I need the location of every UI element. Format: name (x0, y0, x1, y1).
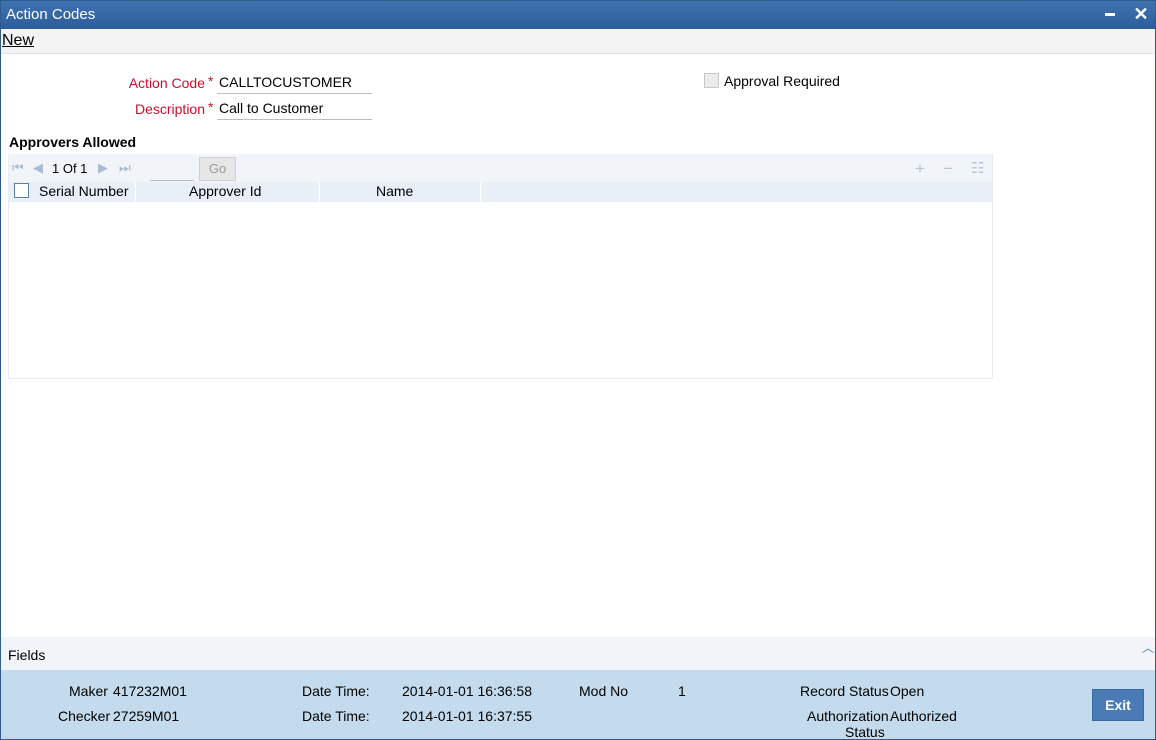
authorization-status-value: Authorized (890, 708, 957, 724)
grid-header: Serial Number Approver Id Name (9, 182, 992, 202)
delete-row-icon[interactable]: − (943, 159, 953, 179)
maker-value: 417232M01 (113, 683, 187, 699)
mod-no-label: Mod No (579, 683, 629, 699)
column-approver-id[interactable]: Approver Id (189, 183, 261, 199)
checker-date-time-value: 2014-01-01 16:37:55 (402, 708, 532, 724)
minimize-icon[interactable] (1100, 4, 1120, 24)
authorization-status-label-line2: Status (845, 724, 885, 740)
action-code-required-mark: * (208, 73, 214, 89)
column-name[interactable]: Name (376, 183, 413, 199)
page-info: 1 Of 1 (52, 161, 88, 176)
description-required-mark: * (208, 99, 214, 115)
exit-button[interactable]: Exit (1092, 689, 1144, 721)
description-label: Description (134, 101, 205, 117)
column-serial-number[interactable]: Serial Number (39, 183, 128, 199)
audit-footer: Maker 417232M01 Checker 27259M01 Date Ti… (1, 670, 1155, 740)
page-number-input[interactable] (150, 160, 194, 181)
fields-bar: Fields ︿ (1, 637, 1155, 670)
last-page-icon[interactable]: ⏭ (119, 160, 131, 176)
maker-date-time-value: 2014-01-01 16:36:58 (402, 683, 532, 699)
chevron-up-icon[interactable]: ︿ (1142, 639, 1154, 656)
action-code-label: Action Code (128, 75, 205, 91)
next-page-icon[interactable]: ▶ (98, 160, 108, 176)
first-page-icon[interactable]: ⏮ (12, 160, 24, 176)
menu-bar: New (1, 29, 1155, 54)
add-row-icon[interactable]: + (915, 159, 925, 179)
window-title: Action Codes (6, 6, 96, 23)
single-view-icon[interactable]: ☷ (971, 159, 984, 177)
record-status-label: Record Status (800, 683, 889, 699)
mod-no-value: 1 (678, 683, 686, 699)
authorization-status-label-line1: Authorization (807, 708, 889, 724)
record-status-value: Open (890, 683, 925, 699)
checker-value: 27259M01 (113, 708, 180, 724)
maker-date-time-label: Date Time: (302, 683, 370, 699)
approvers-grid: ⏮ ◀ 1 Of 1 ▶ ⏭ Go + − ☷ Serial Number Ap… (8, 154, 993, 379)
go-button[interactable]: Go (199, 157, 236, 181)
fields-link[interactable]: Fields (8, 647, 45, 663)
title-bar: Action Codes ✕ (1, 1, 1155, 29)
approval-required-label: Approval Required (724, 73, 840, 89)
checker-label: Checker (58, 708, 111, 724)
maker-label: Maker (69, 683, 108, 699)
checker-date-time-label: Date Time: (302, 708, 370, 724)
approval-required-checkbox[interactable] (704, 73, 719, 88)
action-code-input[interactable] (217, 71, 372, 94)
approvers-allowed-title: Approvers Allowed (9, 134, 137, 150)
description-input[interactable] (217, 97, 372, 120)
action-codes-window: Action Codes ✕ New Action Code * Descrip… (0, 0, 1156, 740)
new-link[interactable]: New (2, 32, 34, 50)
close-icon[interactable]: ✕ (1131, 4, 1151, 24)
select-all-checkbox[interactable] (14, 183, 29, 198)
grid-toolbar: ⏮ ◀ 1 Of 1 ▶ ⏭ Go + − ☷ (9, 154, 992, 182)
previous-page-icon[interactable]: ◀ (33, 160, 43, 176)
